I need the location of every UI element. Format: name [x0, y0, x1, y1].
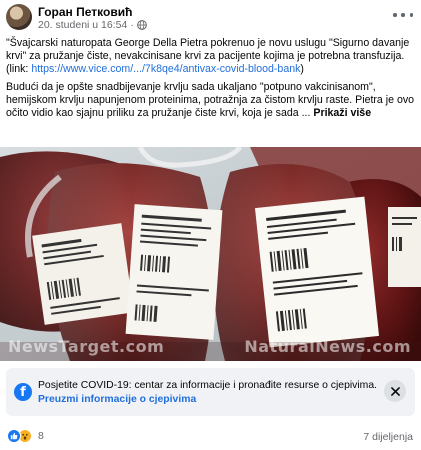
close-icon[interactable] — [384, 380, 406, 402]
post-footer: 8 7 dijeljenja — [0, 424, 421, 448]
bag-label-right — [388, 207, 421, 287]
bag-label-middle — [125, 204, 223, 340]
more-options-icon[interactable] — [393, 8, 413, 22]
post-header: Горан Петковић 20. studeni u 16:54 · — [0, 0, 421, 34]
like-reaction-icon — [7, 429, 21, 443]
bag-label-left — [32, 223, 134, 325]
post-paragraph-2: Budući da je opšte snadbijevanje krvlju … — [6, 81, 416, 120]
watermark-right: NaturalNews.com — [244, 337, 411, 356]
post-image[interactable]: NewsTarget.com NaturalNews.com — [0, 147, 421, 361]
share-count[interactable]: 7 dijeljenja — [363, 431, 413, 443]
post-date[interactable]: 20. studeni u 16:54 — [38, 19, 127, 31]
watermark-left: NewsTarget.com — [8, 337, 165, 356]
globe-icon — [136, 20, 147, 30]
covid-info-text: Posjetite COVID-19: centar za informacij… — [38, 380, 377, 391]
bag-label-front — [254, 196, 380, 348]
covid-info-banner: f Posjetite COVID-19: centar za informac… — [6, 368, 415, 416]
reactions-summary[interactable]: 8 — [7, 429, 44, 443]
see-more-link[interactable]: Prikaži više — [313, 107, 371, 119]
author-name[interactable]: Горан Петковић — [38, 5, 132, 19]
covid-info-link[interactable]: Preuzmi informacije o cjepivima — [38, 394, 196, 405]
post-paragraph-1: "Švajcarski naturopata George Della Piet… — [6, 37, 416, 76]
reaction-count: 8 — [38, 430, 44, 442]
facebook-info-icon: f — [14, 383, 32, 401]
link-prefix: (link: — [6, 63, 32, 75]
post-text: "Švajcarski naturopata George Della Piet… — [6, 37, 416, 125]
avatar[interactable] — [6, 4, 32, 30]
link-suffix: ) — [300, 63, 304, 75]
post-meta: 20. studeni u 16:54 · — [38, 19, 147, 31]
article-link[interactable]: https://www.vice.com/.../7k8qe4/antivax-… — [31, 63, 300, 75]
meta-separator: · — [130, 19, 134, 31]
paragraph-1-text: "Švajcarski naturopata George Della Piet… — [6, 37, 410, 62]
blood-bags-illustration — [0, 147, 421, 361]
